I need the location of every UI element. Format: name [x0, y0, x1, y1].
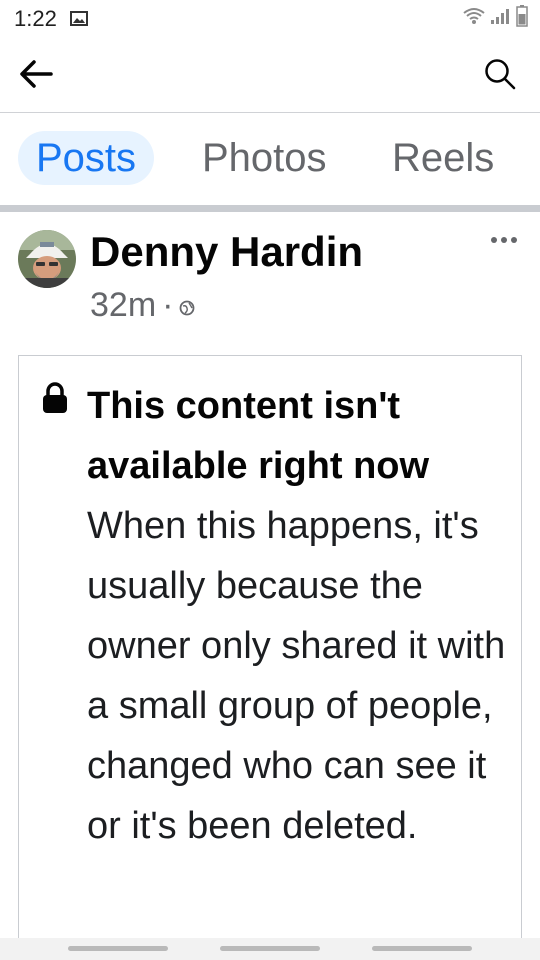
unavailable-content-card: This content isn't available right now W…	[18, 355, 522, 956]
wifi-icon	[462, 6, 486, 31]
meta-separator: ·	[162, 286, 174, 324]
avatar[interactable]	[18, 230, 76, 288]
tab-reels[interactable]: Reels	[374, 131, 512, 185]
lock-icon	[41, 382, 69, 414]
more-options-button[interactable]	[486, 228, 522, 252]
profile-tabs: Posts Photos Reels	[0, 113, 540, 205]
status-bar: 1:22	[0, 0, 540, 40]
arrow-left-icon	[19, 59, 53, 94]
notice-title: This content isn't available right now	[87, 385, 430, 487]
gallery-icon	[70, 11, 88, 26]
battery-icon	[516, 4, 528, 32]
nav-back-gesture[interactable]	[68, 946, 168, 951]
status-icons	[462, 4, 528, 32]
app-bar	[0, 40, 540, 113]
post-header: Denny Hardin 32m ·	[0, 212, 540, 342]
status-time: 1:22	[14, 6, 57, 31]
notice-text: This content isn't available right now W…	[87, 376, 507, 856]
post-meta: 32m ·	[90, 286, 195, 325]
globe-icon	[179, 286, 195, 325]
more-horizontal-icon	[490, 231, 518, 249]
tab-photos[interactable]: Photos	[184, 131, 345, 185]
signal-icon	[490, 7, 512, 30]
search-button[interactable]	[478, 54, 522, 98]
notice-body: When this happens, it's usually because …	[87, 505, 506, 847]
author-name[interactable]: Denny Hardin	[90, 228, 363, 276]
nav-home-gesture[interactable]	[220, 946, 320, 951]
tab-posts[interactable]: Posts	[18, 131, 155, 185]
nav-recents-gesture[interactable]	[372, 946, 472, 951]
post-time[interactable]: 32m	[90, 286, 156, 325]
section-divider	[0, 205, 540, 212]
search-icon	[483, 57, 517, 96]
system-nav-bar	[0, 938, 540, 960]
back-button[interactable]	[14, 54, 58, 98]
